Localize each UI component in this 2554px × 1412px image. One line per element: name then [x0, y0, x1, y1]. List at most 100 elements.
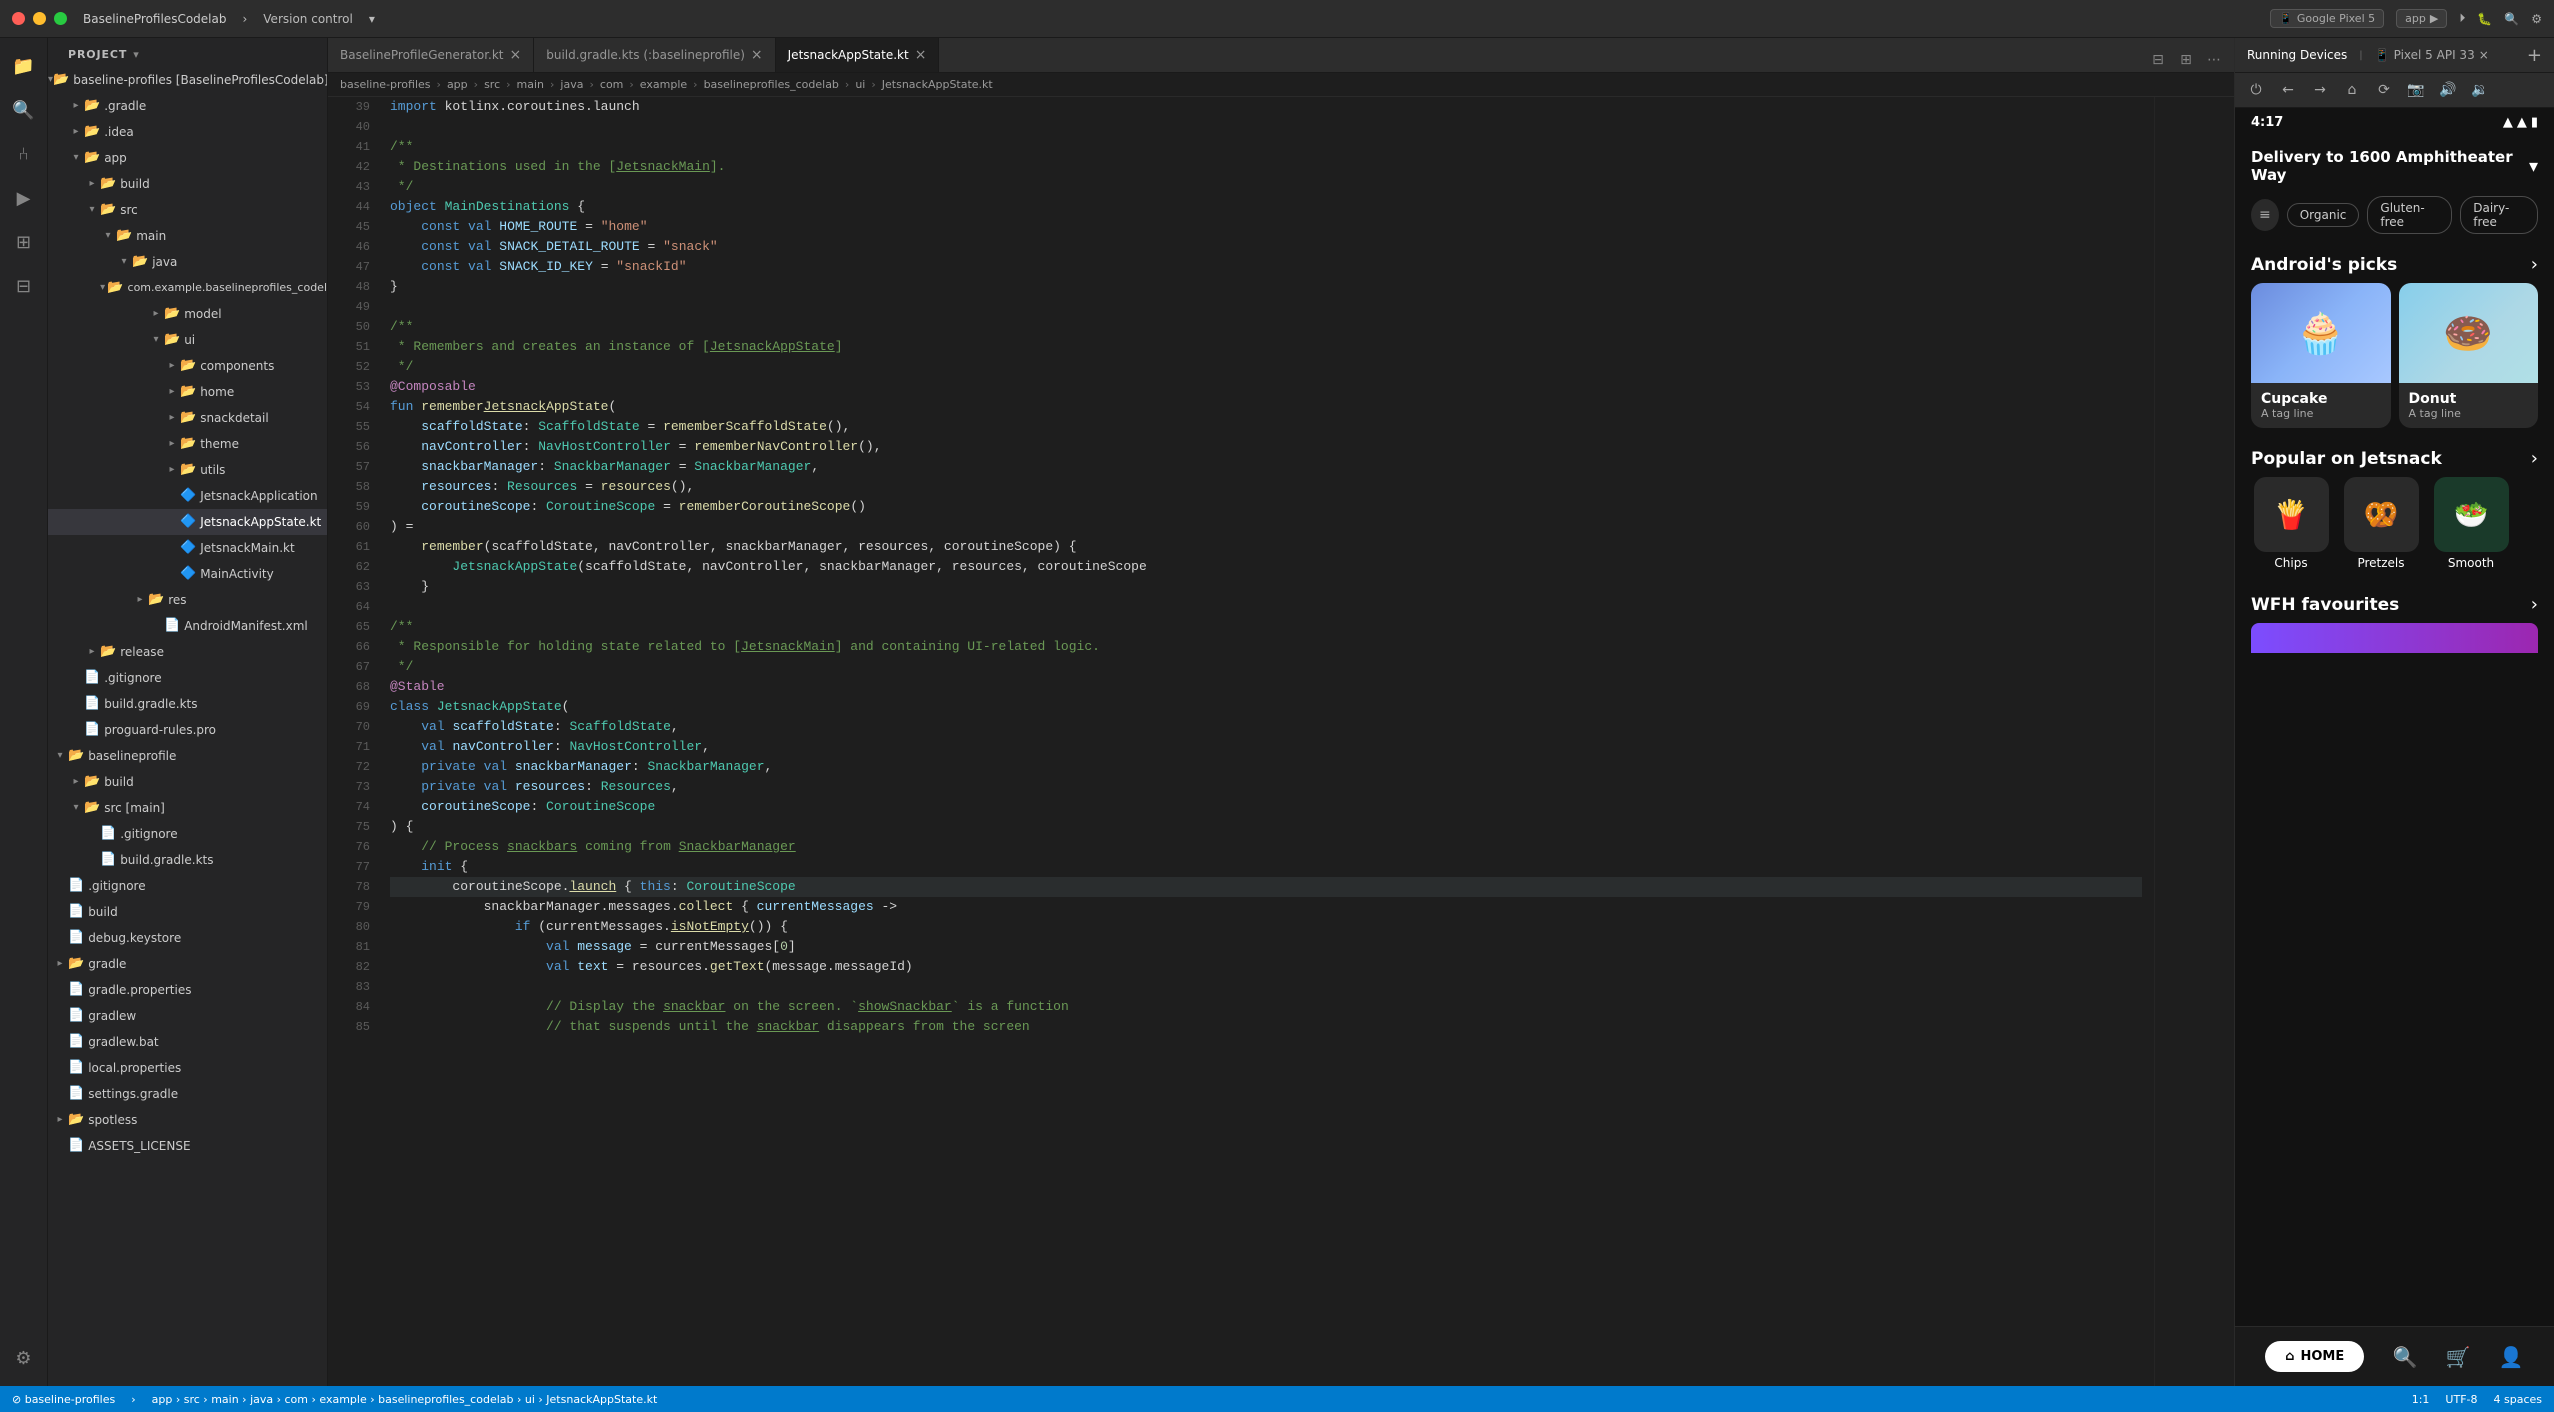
- sidebar-item-java[interactable]: ▾ 📂 java: [48, 249, 327, 275]
- sidebar-item-bp-gradle[interactable]: 📄 build.gradle.kts: [48, 847, 327, 873]
- forward-button[interactable]: →: [2307, 77, 2333, 103]
- back-button[interactable]: ←: [2275, 77, 2301, 103]
- sidebar-item-local-props[interactable]: 📄 local.properties: [48, 1055, 327, 1081]
- sidebar-item-jetsnack-appstate[interactable]: 🔷 JetsnackAppState.kt: [48, 509, 327, 535]
- nav-profile-button[interactable]: 👤: [2499, 1345, 2524, 1369]
- close-icon[interactable]: ×: [915, 48, 927, 62]
- activity-terminal[interactable]: ⊟: [4, 266, 44, 306]
- close-icon[interactable]: ×: [510, 48, 522, 62]
- nav-search-button[interactable]: 🔍: [2393, 1345, 2418, 1369]
- tab-baselineprofile-generator[interactable]: BaselineProfileGenerator.kt ×: [328, 37, 534, 72]
- home-button[interactable]: ⌂: [2339, 77, 2365, 103]
- sidebar-item-root[interactable]: ▾ 📂 baseline-profiles [BaselineProfilesC…: [48, 67, 327, 93]
- activity-extensions[interactable]: ⊞: [4, 222, 44, 262]
- wfh-arrow-icon[interactable]: ›: [2531, 594, 2538, 615]
- version-control[interactable]: Version control: [263, 12, 353, 26]
- sidebar-item-baselineprofile[interactable]: ▾ 📂 baselineprofile: [48, 743, 327, 769]
- tab-jetsnack-appstate[interactable]: JetsnackAppState.kt ×: [776, 37, 940, 72]
- app-pill[interactable]: app ▶: [2396, 9, 2447, 28]
- sidebar-item-build-gradle[interactable]: 📄 build.gradle.kts: [48, 691, 327, 717]
- sidebar-item-gradle-props[interactable]: 📄 gradle.properties: [48, 977, 327, 1003]
- sidebar-item-package[interactable]: ▾ 📂 com.example.baselineprofiles_codel: [48, 275, 327, 301]
- sidebar-item-bp-src[interactable]: ▾ 📂 src [main]: [48, 795, 327, 821]
- close-button[interactable]: [12, 12, 25, 25]
- sidebar-item-manifest[interactable]: 📄 AndroidManifest.xml: [48, 613, 327, 639]
- sidebar-item-idea[interactable]: ▸ 📂 .idea: [48, 119, 327, 145]
- close-pixel-icon[interactable]: ×: [2479, 48, 2489, 62]
- sidebar-item-components[interactable]: ▸ 📂 components: [48, 353, 327, 379]
- toggle-layout-button[interactable]: ⊞: [2174, 48, 2198, 72]
- popular-item-pretzels[interactable]: 🥨 Pretzels: [2341, 477, 2421, 570]
- close-icon[interactable]: ×: [751, 48, 763, 62]
- filter-chip-gluten[interactable]: Gluten-free: [2367, 196, 2452, 234]
- sidebar-item-mainactivity[interactable]: 🔷 MainActivity: [48, 561, 327, 587]
- filter-chip-dairy[interactable]: Dairy-free: [2460, 196, 2538, 234]
- add-device-icon[interactable]: +: [2527, 45, 2542, 66]
- sidebar-item-bp-build[interactable]: ▸ 📂 build: [48, 769, 327, 795]
- power-button[interactable]: ⏻: [2243, 77, 2269, 103]
- split-editor-button[interactable]: ⊟: [2146, 48, 2170, 72]
- sidebar-item-gradle-dir[interactable]: ▸ 📂 gradle: [48, 951, 327, 977]
- search-icon[interactable]: 🔍: [2504, 12, 2519, 26]
- sidebar-item-gitignore1[interactable]: 📄 .gitignore: [48, 665, 327, 691]
- sidebar-item-ui[interactable]: ▾ 📂 ui: [48, 327, 327, 353]
- activity-explorer[interactable]: 📁: [4, 46, 44, 86]
- minimize-button[interactable]: [33, 12, 46, 25]
- sidebar-item-home[interactable]: ▸ 📂 home: [48, 379, 327, 405]
- volume-down-button[interactable]: 🔉: [2467, 77, 2493, 103]
- sidebar-item-jetsnack-app[interactable]: 🔷 JetsnackApplication: [48, 483, 327, 509]
- sidebar-item-app[interactable]: ▾ 📂 app: [48, 145, 327, 171]
- sidebar-item-bp-gitignore[interactable]: 📄 .gitignore: [48, 821, 327, 847]
- run-icon[interactable]: ⏵: [2459, 11, 2465, 26]
- sidebar-item-root-gitignore[interactable]: 📄 .gitignore: [48, 873, 327, 899]
- sidebar-item-main[interactable]: ▾ 📂 main: [48, 223, 327, 249]
- sidebar-item-gradlew-bat[interactable]: 📄 gradlew.bat: [48, 1029, 327, 1055]
- nav-home-button[interactable]: ⌂ HOME: [2265, 1341, 2364, 1372]
- sidebar-item-model[interactable]: ▸ 📂 model: [48, 301, 327, 327]
- popular-item-chips[interactable]: 🍟 Chips: [2251, 477, 2331, 570]
- sidebar-dropdown-icon[interactable]: ▾: [133, 48, 139, 61]
- sidebar-item-debug-keystore[interactable]: 📄 debug.keystore: [48, 925, 327, 951]
- more-actions-button[interactable]: ⋯: [2202, 48, 2226, 72]
- androids-picks-arrow-icon[interactable]: ›: [2531, 254, 2538, 275]
- app-content[interactable]: Delivery to 1600 Amphitheater Way ▾ ≡ Or…: [2235, 136, 2554, 1326]
- sidebar-item-snackdetail[interactable]: ▸ 📂 snackdetail: [48, 405, 327, 431]
- filter-chip-organic[interactable]: Organic: [2287, 203, 2360, 227]
- pixel-tab[interactable]: 📱 Pixel 5 API 33 ×: [2375, 48, 2489, 62]
- pick-card-donut[interactable]: 🍩 Donut A tag line: [2399, 283, 2539, 428]
- app-name[interactable]: BaselineProfilesCodelab: [83, 12, 226, 26]
- delivery-chevron-down-icon[interactable]: ▾: [2529, 156, 2538, 177]
- debug-icon[interactable]: 🐛: [2477, 12, 2492, 26]
- sidebar-item-release[interactable]: ▸ 📂 release: [48, 639, 327, 665]
- activity-vcs[interactable]: ⑃: [4, 134, 44, 174]
- sidebar-item-build2[interactable]: 📄 build: [48, 899, 327, 925]
- sidebar-item-proguard[interactable]: 📄 proguard-rules.pro: [48, 717, 327, 743]
- pick-card-cupcake[interactable]: 🧁 Cupcake A tag line: [2251, 283, 2391, 428]
- sidebar-item-build[interactable]: ▸ 📂 build: [48, 171, 327, 197]
- rotate-button[interactable]: ⟳: [2371, 77, 2397, 103]
- running-devices-tab[interactable]: Running Devices: [2247, 48, 2347, 62]
- sidebar-item-utils[interactable]: ▸ 📂 utils: [48, 457, 327, 483]
- tab-build-gradle[interactable]: build.gradle.kts (:baselineprofile) ×: [534, 37, 775, 72]
- activity-settings[interactable]: ⚙: [4, 1338, 44, 1378]
- filter-icon[interactable]: ≡: [2251, 199, 2279, 231]
- sidebar-item-jetsnack-main[interactable]: 🔷 JetsnackMain.kt: [48, 535, 327, 561]
- sidebar-item-assets[interactable]: 📄 ASSETS_LICENSE: [48, 1133, 327, 1159]
- sidebar-item-gradlew[interactable]: 📄 gradlew: [48, 1003, 327, 1029]
- sidebar-item-gradle[interactable]: ▸ 📂 .gradle: [48, 93, 327, 119]
- activity-search[interactable]: 🔍: [4, 90, 44, 130]
- sidebar-item-src[interactable]: ▾ 📂 src: [48, 197, 327, 223]
- maximize-button[interactable]: [54, 12, 67, 25]
- nav-cart-button[interactable]: 🛒: [2446, 1345, 2471, 1369]
- settings-icon[interactable]: ⚙: [2531, 12, 2542, 26]
- sidebar-item-res[interactable]: ▸ 📂 res: [48, 587, 327, 613]
- popular-item-smooth[interactable]: 🥗 Smooth: [2431, 477, 2511, 570]
- code-content[interactable]: import kotlinx.coroutines.launch /** * D…: [378, 97, 2154, 1386]
- sidebar-item-settings-gradle[interactable]: 📄 settings.gradle: [48, 1081, 327, 1107]
- sidebar-item-spotless[interactable]: ▸ 📂 spotless: [48, 1107, 327, 1133]
- popular-arrow-icon[interactable]: ›: [2531, 448, 2538, 469]
- device-pill[interactable]: 📱 Google Pixel 5: [2270, 9, 2384, 28]
- screenshot-button[interactable]: 📷: [2403, 77, 2429, 103]
- activity-run[interactable]: ▶: [4, 178, 44, 218]
- sidebar-item-theme[interactable]: ▸ 📂 theme: [48, 431, 327, 457]
